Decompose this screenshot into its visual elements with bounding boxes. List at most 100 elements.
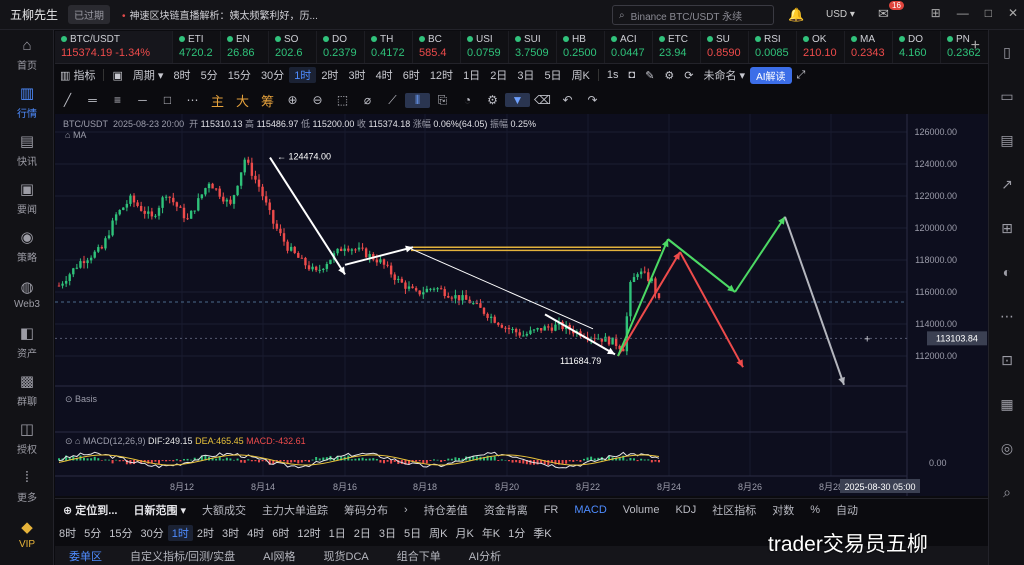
ticker-item[interactable]: HB 0.2500	[557, 31, 605, 63]
period-2时[interactable]: 2时	[193, 525, 218, 541]
layout-icon[interactable]: ▣	[107, 69, 127, 82]
interval-1日[interactable]: 1日	[458, 67, 485, 83]
interval-2时[interactable]: 2时	[316, 67, 343, 83]
footer-tab[interactable]: 现货DCA	[310, 548, 383, 564]
grid-icon[interactable]: ⊞	[931, 6, 941, 20]
basis-indicator[interactable]: ⊙ Basis	[65, 394, 97, 405]
nav-item-chat[interactable]: ▩ 群聊	[0, 366, 54, 414]
tab-KDJ[interactable]: KDJ	[667, 504, 704, 516]
interval-5日[interactable]: 5日	[539, 67, 566, 83]
period-8时[interactable]: 8时	[55, 525, 80, 541]
footer-tab[interactable]: 自定义指标/回测/实盘	[116, 548, 249, 564]
locate-button[interactable]: ⊕ 定位到...	[55, 502, 125, 518]
seconds-interval[interactable]: 1s	[602, 69, 624, 81]
period-5分[interactable]: 5分	[80, 525, 105, 541]
period-季K[interactable]: 季K	[529, 525, 555, 541]
settings-icon[interactable]: ⚙	[659, 69, 679, 82]
draw-tool-icon[interactable]: ⌫	[530, 93, 555, 107]
expand-icon[interactable]: ⤢	[792, 69, 811, 82]
draw-tool-icon[interactable]: ═	[80, 93, 105, 107]
ticker-item[interactable]: OK 210.10	[797, 31, 845, 63]
tab-对数[interactable]: 对数	[764, 502, 802, 518]
period-12时[interactable]: 12时	[293, 525, 324, 541]
right-tool-icon[interactable]: ⊞	[989, 206, 1024, 250]
nav-item-asset[interactable]: ◧ 资产	[0, 318, 54, 366]
interval-8时[interactable]: 8时	[168, 67, 195, 83]
interval-3日[interactable]: 3日	[512, 67, 539, 83]
interval-4时[interactable]: 4时	[371, 67, 398, 83]
period-1日[interactable]: 1日	[325, 525, 350, 541]
layout-name[interactable]: 未命名 ▾	[699, 67, 751, 83]
draw-tool-icon[interactable]: ⟋	[380, 93, 405, 108]
ticker-item[interactable]: SU 0.8590	[701, 31, 749, 63]
tab-筹码分布[interactable]: 筹码分布	[336, 502, 396, 518]
draw-tool-icon[interactable]: ⬚	[330, 93, 355, 107]
tab-大额成交[interactable]: 大额成交	[194, 502, 254, 518]
close-icon[interactable]: ✕	[1008, 6, 1018, 20]
currency-select[interactable]: USD ▾	[826, 9, 855, 20]
right-tool-icon[interactable]: ◐	[989, 250, 1024, 294]
period-select[interactable]: 周期 ▾	[128, 67, 169, 83]
period-月K[interactable]: 月K	[451, 525, 477, 541]
draw-tool-icon[interactable]: ▼	[505, 93, 530, 107]
ticker-item[interactable]: SO 202.6	[269, 31, 317, 63]
tab-%[interactable]: %	[802, 504, 828, 516]
nav-item-headline[interactable]: ▣ 要闻	[0, 174, 54, 222]
ticker-item[interactable]: USI 0.0759	[461, 31, 509, 63]
nav-item-market[interactable]: ▥ 行情	[0, 78, 54, 126]
search-input[interactable]: ⌕ Binance BTC/USDT 永续	[612, 5, 774, 25]
draw-tool-icon[interactable]: ⎘	[430, 93, 455, 108]
right-tool-icon[interactable]: ▤	[989, 118, 1024, 162]
draw-tool-icon[interactable]: ≡	[105, 93, 130, 107]
right-tool-icon[interactable]: ⊡	[989, 338, 1024, 382]
indicator-toggle-大[interactable]: 大	[230, 91, 255, 110]
right-tool-icon[interactable]: ▯	[989, 30, 1024, 74]
ticker-item[interactable]: BTC/USDT 115374.19 -1.34%	[55, 31, 173, 63]
indicator-toggle-主[interactable]: 主	[205, 91, 230, 110]
draw-tool-icon[interactable]: ⊖	[305, 93, 330, 107]
draw-tool-icon[interactable]: ╱	[55, 93, 80, 107]
bell-icon[interactable]: 🔔	[788, 7, 804, 23]
tab-资金背离[interactable]: 资金背离	[476, 502, 536, 518]
period-15分[interactable]: 15分	[105, 525, 136, 541]
interval-5分[interactable]: 5分	[196, 67, 223, 83]
pen-icon[interactable]: ✎	[640, 69, 659, 82]
draw-tool-icon[interactable]: ⊕	[280, 93, 305, 107]
news-ticker[interactable]: • 神速区块链直播解析：姨太频繁利好，历...	[122, 7, 318, 22]
ticker-item[interactable]: BC 585.4	[413, 31, 461, 63]
right-tool-icon[interactable]: ⋯	[989, 294, 1024, 338]
ticker-item[interactable]: ACI 0.0447	[605, 31, 653, 63]
period-3时[interactable]: 3时	[218, 525, 243, 541]
macd-legend[interactable]: ⊙ ⌂ MACD(12,26,9) DIF:249.15 DEA:465.45 …	[65, 436, 306, 447]
nav-item-news[interactable]: ▤ 快讯	[0, 126, 54, 174]
ticker-item[interactable]: EN 26.86	[221, 31, 269, 63]
period-年K[interactable]: 年K	[478, 525, 504, 541]
mail-icon[interactable]: ✉	[878, 6, 889, 22]
refresh-icon[interactable]: ⟳	[679, 69, 698, 82]
tab-MACD[interactable]: MACD	[566, 504, 614, 516]
nav-item-strategy[interactable]: ◉ 策略	[0, 222, 54, 270]
tab-FR[interactable]: FR	[536, 504, 567, 516]
footer-tab[interactable]: AI分析	[455, 548, 515, 564]
ai-interpret-button[interactable]: AI解读	[750, 66, 792, 84]
ticker-item[interactable]: MA 0.2343	[845, 31, 893, 63]
interval-30分[interactable]: 30分	[256, 67, 289, 83]
draw-tool-icon[interactable]: ⌀	[355, 93, 380, 107]
period-1时[interactable]: 1时	[167, 525, 193, 541]
interval-2日[interactable]: 2日	[485, 67, 512, 83]
expired-badge[interactable]: 已过期	[68, 5, 111, 24]
ma-indicator[interactable]: ⌂ MA	[65, 130, 86, 140]
period-2日[interactable]: 2日	[350, 525, 375, 541]
ticker-item[interactable]: PN 0.2362	[941, 31, 988, 63]
draw-tool-icon[interactable]: ⫴	[405, 92, 430, 108]
period-1分[interactable]: 1分	[504, 525, 529, 541]
draw-tool-icon[interactable]: ↷	[580, 93, 605, 107]
interval-周K[interactable]: 周K	[567, 67, 595, 83]
scroll-right-icon[interactable]: ›	[396, 504, 416, 516]
ticker-item[interactable]: DO 0.2379	[317, 31, 365, 63]
tab-主力大单追踪[interactable]: 主力大单追踪	[254, 502, 336, 518]
period-4时[interactable]: 4时	[243, 525, 268, 541]
right-tool-icon[interactable]: ▭	[989, 74, 1024, 118]
period-周K[interactable]: 周K	[425, 525, 451, 541]
tab-Volume[interactable]: Volume	[615, 504, 668, 516]
